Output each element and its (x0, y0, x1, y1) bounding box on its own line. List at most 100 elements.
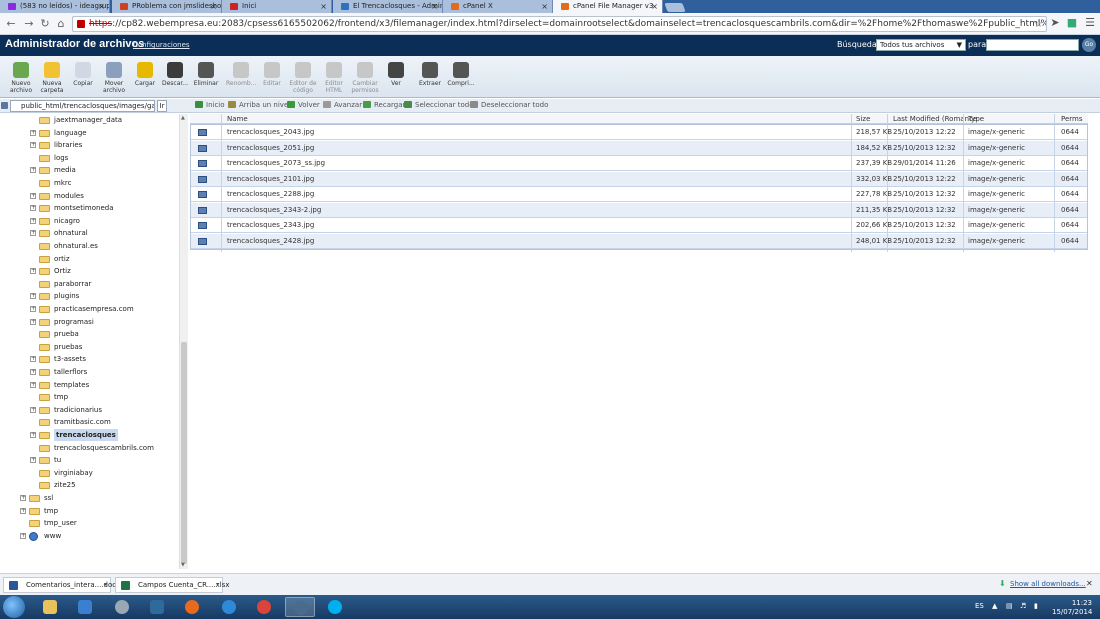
expand-icon[interactable]: + (30, 142, 36, 149)
menu-icon[interactable]: ☰ (1084, 17, 1096, 29)
expand-icon[interactable]: + (30, 230, 36, 237)
col-name-header[interactable]: Name (227, 114, 248, 124)
toolbar-button-11[interactable]: Editor HTML (319, 62, 349, 94)
browser-tab[interactable]: cPanel File Manager v3 × (553, 0, 663, 13)
toolbar-button-6[interactable]: Descar... (160, 62, 190, 87)
expand-icon[interactable]: + (30, 192, 36, 199)
language-indicator[interactable]: ES (975, 602, 984, 610)
tab-close-icon[interactable]: × (431, 0, 438, 13)
extension-icon[interactable]: ➤ (1049, 17, 1061, 29)
expand-icon[interactable]: + (30, 293, 36, 300)
browser-tab[interactable]: (583 no leídos) - ideagrupo × (0, 0, 110, 13)
tab-close-icon[interactable]: × (98, 0, 105, 13)
taskbar-app-chrome[interactable] (249, 597, 279, 617)
tab-close-icon[interactable]: × (651, 0, 658, 13)
expand-icon[interactable]: + (30, 205, 36, 212)
browser-tab[interactable]: cPanel X × (443, 0, 553, 13)
start-button[interactable] (3, 596, 25, 618)
col-modified-header[interactable]: Last Modified (Romance (893, 114, 977, 124)
expand-icon[interactable]: + (30, 356, 36, 363)
path-home-icon[interactable] (1, 102, 8, 109)
tab-close-icon[interactable]: × (210, 0, 217, 13)
taskbar-app-task-app[interactable] (142, 597, 172, 617)
col-type-header[interactable]: Type (968, 114, 984, 124)
toolbar-button-15[interactable]: Compri... (446, 62, 476, 87)
scroll-up-icon[interactable]: ▲ (181, 115, 185, 121)
expand-icon[interactable]: + (20, 495, 26, 501)
tab-close-icon[interactable]: × (541, 0, 548, 13)
toolbar-button-1[interactable]: Nuevo archivo (6, 62, 36, 94)
taskbar-app-chrome-active[interactable] (285, 597, 315, 617)
close-icon[interactable]: ✕ (1086, 579, 1093, 588)
chevron-down-icon[interactable]: ▾ (104, 578, 107, 592)
search-scope-select[interactable]: Todos tus archivos ▼ (876, 39, 966, 51)
tray-arrow-icon[interactable]: ▲ (992, 602, 997, 610)
expand-icon[interactable]: + (20, 507, 26, 514)
toolbar-button-2[interactable]: Nueva carpeta (37, 62, 67, 94)
path-action-button[interactable]: Seleccionar todo (404, 101, 474, 109)
taskbar-app-explorer[interactable] (35, 597, 65, 617)
battery-icon[interactable]: ▮ (1034, 602, 1038, 610)
tab-close-icon[interactable]: × (320, 0, 327, 13)
path-action-button[interactable]: Arriba un nivel (228, 101, 290, 109)
system-clock[interactable]: 11:23 15/07/2014 (1052, 599, 1092, 617)
reload-icon[interactable]: ↻ (38, 17, 52, 31)
tree-scrollbar[interactable]: ▲ ▼ (179, 114, 188, 569)
expand-icon[interactable]: + (30, 167, 36, 174)
toolbar-button-14[interactable]: Extraer (415, 62, 445, 87)
network-icon[interactable]: ▤ (1006, 602, 1013, 610)
expand-icon[interactable]: + (30, 318, 36, 325)
path-input[interactable]: public_html/trencaclosques/images/gale (10, 100, 155, 112)
path-action-button[interactable]: Recargar (363, 101, 405, 109)
toolbar-button-10[interactable]: Editor de código (288, 62, 318, 94)
expand-icon[interactable]: + (30, 369, 36, 375)
download-item[interactable]: Campos Cuenta_CR....xlsx ▾ (115, 577, 229, 593)
browser-tab[interactable]: El Trencaclosques - Admin × (333, 0, 443, 13)
browser-tab[interactable]: Inici × (222, 0, 332, 13)
search-go-button[interactable]: Go (1082, 38, 1096, 52)
settings-link[interactable]: Configuraciones (133, 41, 190, 49)
toolbar-button-8[interactable]: Renomb... (226, 62, 256, 87)
scrollbar-thumb[interactable] (181, 342, 187, 564)
path-action-button[interactable]: Volver (287, 101, 320, 109)
expand-icon[interactable]: + (30, 217, 36, 224)
expand-icon[interactable]: + (30, 268, 36, 275)
expand-icon[interactable]: + (30, 306, 36, 312)
expand-icon[interactable]: + (20, 532, 26, 539)
volume-icon[interactable]: ♬ (1020, 602, 1026, 610)
col-perms-header[interactable]: Perms (1061, 114, 1083, 124)
expand-icon[interactable]: + (30, 432, 36, 438)
path-action-button[interactable]: Inicio (195, 101, 225, 109)
path-action-button[interactable]: Deseleccionar todo (470, 101, 548, 109)
toolbar-button-9[interactable]: Editar (257, 62, 287, 87)
url-bar[interactable]: https://cp82.webempresa.eu:2083/cpsess61… (72, 16, 1047, 32)
show-all-downloads-link[interactable]: Show all downloads... (1010, 580, 1086, 588)
expand-icon[interactable]: + (30, 457, 36, 464)
search-input[interactable] (986, 39, 1079, 51)
expand-icon[interactable]: + (30, 406, 36, 413)
col-size-header[interactable]: Size (856, 114, 870, 124)
download-item[interactable]: Comentarios_intera....docx ▾ (3, 577, 120, 593)
taskbar-app-chrome-alt[interactable] (107, 597, 137, 617)
toolbar-button-3[interactable]: Copiar (68, 62, 98, 87)
taskbar-app-internet-explorer[interactable] (214, 597, 244, 617)
toolbar-button-5[interactable]: Cargar (130, 62, 160, 87)
back-icon[interactable]: ← (4, 17, 18, 31)
expand-icon[interactable]: + (30, 381, 36, 388)
chevron-down-icon[interactable]: ▾ (216, 578, 219, 592)
forward-icon[interactable]: → (22, 17, 36, 31)
toolbar-button-4[interactable]: Mover archivo (99, 62, 129, 94)
taskbar-app-firefox[interactable] (177, 597, 207, 617)
taskbar-app-media-player[interactable] (70, 597, 100, 617)
extension-icon-2[interactable]: ■ (1066, 17, 1078, 29)
home-icon[interactable]: ⌂ (54, 17, 68, 31)
new-tab-button[interactable] (664, 3, 686, 12)
path-action-button[interactable]: Avanzar (323, 101, 362, 109)
bookmark-star-icon[interactable]: ☆ (1034, 17, 1043, 31)
toolbar-button-7[interactable]: Eliminar (191, 62, 221, 87)
scroll-down-icon[interactable]: ▼ (181, 562, 185, 568)
toolbar-button-12[interactable]: Cambiar permisos (350, 62, 380, 94)
path-go-button[interactable]: Ir (157, 100, 167, 112)
toolbar-button-13[interactable]: Ver (381, 62, 411, 87)
taskbar-app-skype[interactable] (320, 597, 350, 617)
